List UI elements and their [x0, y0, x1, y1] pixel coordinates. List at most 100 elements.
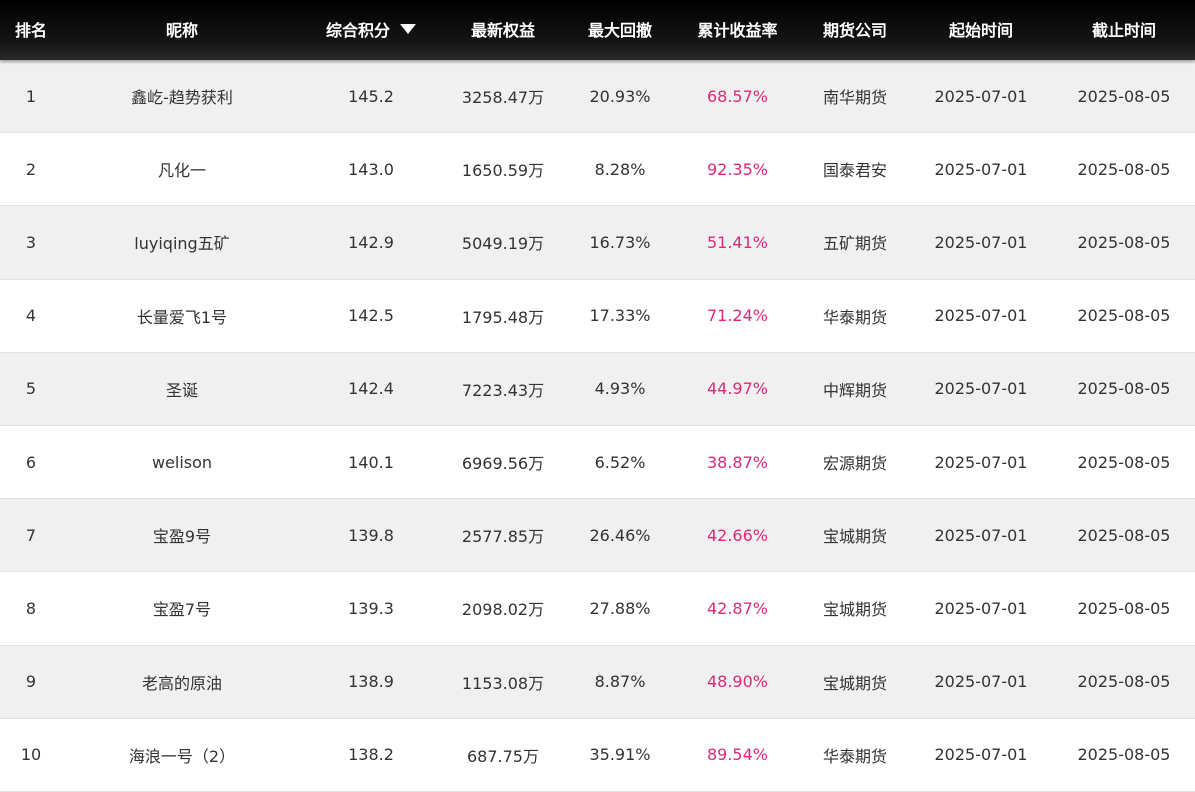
- header-drawdown[interactable]: 最大回撤: [566, 17, 674, 41]
- score-cell: 139.3: [348, 598, 394, 618]
- score-cell: 142.9: [348, 232, 394, 252]
- company-cell: 国泰君安: [822, 161, 887, 181]
- score-cell: 138.2: [348, 745, 394, 765]
- nickname-cell[interactable]: 宝盈9号: [62, 523, 302, 547]
- start-date-cell: 2025-07-01: [934, 159, 1028, 179]
- drawdown-cell: 26.46%: [589, 525, 651, 545]
- company-cell: 华泰期货: [822, 307, 887, 327]
- start-date-cell: 2025-07-01: [934, 379, 1028, 399]
- return-cell: 68.57%: [706, 86, 768, 106]
- table-row[interactable]: 10 海浪一号（2） 138.2 687.75万 35.91% 89.54% 华…: [0, 718, 1195, 792]
- start-date-cell: 2025-07-01: [934, 452, 1028, 472]
- nickname-cell[interactable]: 海浪一号（2）: [62, 743, 302, 767]
- end-date-cell: 2025-08-05: [1077, 452, 1171, 472]
- drawdown-cell: 6.52%: [594, 452, 646, 472]
- end-date-cell: 2025-08-05: [1077, 232, 1171, 252]
- header-score-label: 综合积分: [325, 20, 390, 40]
- return-cell: 92.35%: [706, 159, 768, 179]
- return-cell: 89.54%: [706, 745, 768, 765]
- start-date-cell: 2025-07-01: [934, 672, 1028, 692]
- score-cell: 142.4: [348, 379, 394, 399]
- header-rank[interactable]: 排名: [0, 17, 62, 41]
- ranking-table: 排名 昵称 综合积分 最新权益 最大回撤 累计收益率 期货公司 起始时间 截止时…: [0, 0, 1195, 792]
- rank-cell: 8: [25, 598, 37, 618]
- equity-cell: 6969.56万: [461, 454, 545, 474]
- nickname-cell[interactable]: 圣诞: [62, 377, 302, 401]
- score-cell: 140.1: [348, 452, 394, 472]
- equity-cell: 687.75万: [467, 746, 539, 766]
- header-score[interactable]: 综合积分: [302, 17, 440, 41]
- start-date-cell: 2025-07-01: [934, 745, 1028, 765]
- drawdown-cell: 8.87%: [594, 672, 646, 692]
- sort-descending-icon[interactable]: [400, 24, 416, 34]
- table-body: 1 鑫屹-趋势获利 145.2 3258.47万 20.93% 68.57% 南…: [0, 60, 1195, 792]
- rank-cell: 7: [25, 525, 37, 545]
- rank-cell: 9: [25, 672, 37, 692]
- end-date-cell: 2025-08-05: [1077, 306, 1171, 326]
- nickname-cell[interactable]: welison: [62, 453, 302, 472]
- drawdown-cell: 4.93%: [594, 379, 646, 399]
- table-row[interactable]: 9 老高的原油 138.9 1153.08万 8.87% 48.90% 宝城期货…: [0, 645, 1195, 719]
- company-cell: 宏源期货: [822, 454, 887, 474]
- equity-cell: 2098.02万: [461, 600, 545, 620]
- return-cell: 48.90%: [706, 672, 768, 692]
- equity-cell: 2577.85万: [461, 527, 545, 547]
- rank-cell: 5: [25, 379, 37, 399]
- end-date-cell: 2025-08-05: [1077, 598, 1171, 618]
- score-cell: 142.5: [348, 306, 394, 326]
- nickname-cell[interactable]: 鑫屹-趋势获利: [62, 84, 302, 108]
- header-return[interactable]: 累计收益率: [674, 17, 801, 41]
- equity-cell: 5049.19万: [461, 234, 545, 254]
- table-row[interactable]: 3 luyiqing五矿 142.9 5049.19万 16.73% 51.41…: [0, 206, 1195, 280]
- drawdown-cell: 35.91%: [589, 745, 651, 765]
- table-header: 排名 昵称 综合积分 最新权益 最大回撤 累计收益率 期货公司 起始时间 截止时…: [0, 0, 1195, 60]
- rank-cell: 10: [20, 745, 42, 765]
- drawdown-cell: 17.33%: [589, 306, 651, 326]
- drawdown-cell: 20.93%: [589, 86, 651, 106]
- return-cell: 51.41%: [706, 232, 768, 252]
- return-cell: 71.24%: [706, 306, 768, 326]
- company-cell: 南华期货: [822, 88, 887, 108]
- end-date-cell: 2025-08-05: [1077, 745, 1171, 765]
- nickname-cell[interactable]: 老高的原油: [62, 670, 302, 694]
- company-cell: 中辉期货: [822, 380, 887, 400]
- company-cell: 华泰期货: [822, 746, 887, 766]
- rank-cell: 1: [25, 86, 37, 106]
- header-end[interactable]: 截止时间: [1053, 17, 1195, 41]
- company-cell: 宝城期货: [822, 673, 887, 693]
- drawdown-cell: 16.73%: [589, 232, 651, 252]
- table-row[interactable]: 7 宝盈9号 139.8 2577.85万 26.46% 42.66% 宝城期货…: [0, 499, 1195, 573]
- equity-cell: 1795.48万: [461, 307, 545, 327]
- equity-cell: 1153.08万: [461, 673, 545, 693]
- table-row[interactable]: 1 鑫屹-趋势获利 145.2 3258.47万 20.93% 68.57% 南…: [0, 60, 1195, 134]
- table-row[interactable]: 5 圣诞 142.4 7223.43万 4.93% 44.97% 中辉期货 20…: [0, 352, 1195, 426]
- rank-cell: 4: [25, 306, 37, 326]
- score-cell: 139.8: [348, 525, 394, 545]
- nickname-cell[interactable]: 长量爱飞1号: [62, 304, 302, 328]
- company-cell: 宝城期货: [822, 600, 887, 620]
- return-cell: 44.97%: [706, 379, 768, 399]
- end-date-cell: 2025-08-05: [1077, 159, 1171, 179]
- rank-cell: 2: [25, 159, 37, 179]
- nickname-cell[interactable]: 凡化一: [62, 157, 302, 181]
- score-cell: 145.2: [348, 86, 394, 106]
- table-row[interactable]: 4 长量爱飞1号 142.5 1795.48万 17.33% 71.24% 华泰…: [0, 279, 1195, 353]
- rank-cell: 6: [25, 452, 37, 472]
- header-equity[interactable]: 最新权益: [440, 17, 566, 41]
- start-date-cell: 2025-07-01: [934, 598, 1028, 618]
- header-company[interactable]: 期货公司: [801, 17, 909, 41]
- nickname-cell[interactable]: luyiqing五矿: [62, 230, 302, 254]
- drawdown-cell: 8.28%: [594, 159, 646, 179]
- nickname-cell[interactable]: 宝盈7号: [62, 596, 302, 620]
- company-cell: 五矿期货: [822, 234, 887, 254]
- drawdown-cell: 27.88%: [589, 598, 651, 618]
- equity-cell: 7223.43万: [461, 380, 545, 400]
- return-cell: 42.87%: [706, 598, 768, 618]
- table-row[interactable]: 8 宝盈7号 139.3 2098.02万 27.88% 42.87% 宝城期货…: [0, 572, 1195, 646]
- end-date-cell: 2025-08-05: [1077, 672, 1171, 692]
- table-row[interactable]: 2 凡化一 143.0 1650.59万 8.28% 92.35% 国泰君安 2…: [0, 133, 1195, 207]
- equity-cell: 3258.47万: [461, 88, 545, 108]
- table-row[interactable]: 6 welison 140.1 6969.56万 6.52% 38.87% 宏源…: [0, 425, 1195, 500]
- header-start[interactable]: 起始时间: [909, 17, 1053, 41]
- header-nickname[interactable]: 昵称: [62, 17, 302, 41]
